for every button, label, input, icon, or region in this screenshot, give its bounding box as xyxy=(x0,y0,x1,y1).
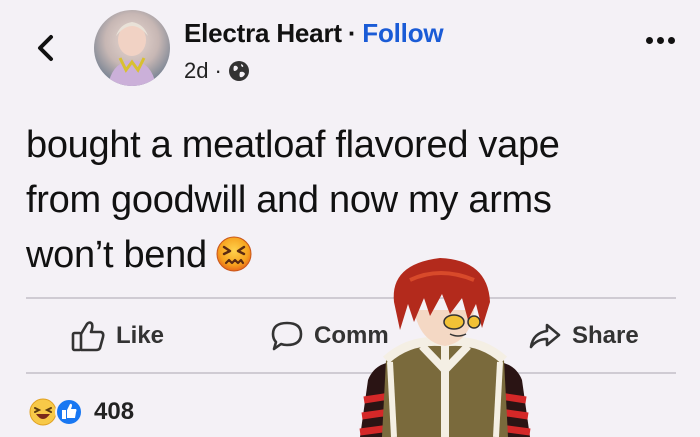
avatar[interactable] xyxy=(94,10,170,86)
comment-bubble-icon xyxy=(271,321,303,351)
author-name[interactable]: Electra Heart xyxy=(184,18,342,48)
like-label: Like xyxy=(116,322,165,349)
share-label: Share xyxy=(572,322,639,349)
globe-icon xyxy=(228,61,249,81)
more-dot xyxy=(656,36,664,44)
reactions-summary[interactable]: 408 xyxy=(28,396,134,428)
meta-separator: · xyxy=(214,58,222,83)
post-body: bought a meatloaf flavored vape from goo… xyxy=(26,118,666,283)
post-text-line: from goodwill and now my arms xyxy=(26,179,552,221)
character-sticker-image xyxy=(359,258,531,437)
reaction-count: 408 xyxy=(94,398,135,425)
post-meta: 2d · xyxy=(184,58,250,84)
thumbs-up-icon xyxy=(71,321,105,352)
chevron-left-icon xyxy=(38,35,53,61)
post-text-line-last: won’t bend xyxy=(26,228,666,283)
follow-button[interactable]: Follow xyxy=(362,18,443,48)
header-separator: · xyxy=(347,18,357,48)
share-button[interactable]: Share xyxy=(528,312,639,360)
post-text-line: bought a meatloaf flavored vape xyxy=(26,124,560,166)
post-header: Electra Heart · Follow xyxy=(184,18,444,49)
back-button[interactable] xyxy=(32,34,60,62)
post-text-line-content: won’t bend xyxy=(26,234,207,276)
more-options-button[interactable] xyxy=(640,30,680,50)
more-dot xyxy=(667,36,675,44)
confounded-face-emoji-icon xyxy=(216,236,252,272)
more-dot xyxy=(645,36,653,44)
like-reaction-icon xyxy=(55,398,83,426)
like-button[interactable]: Like xyxy=(70,312,164,360)
avatar-image xyxy=(108,22,156,86)
post-timestamp[interactable]: 2d xyxy=(184,58,208,84)
